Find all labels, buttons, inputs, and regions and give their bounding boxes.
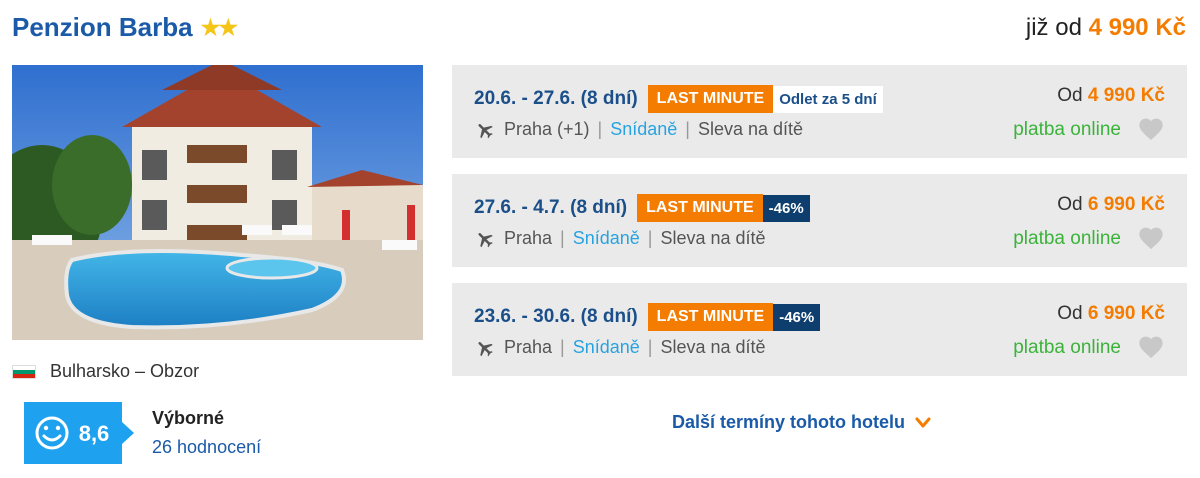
offer-price-amount: 6 990 Kč (1087, 194, 1165, 215)
separator: | (685, 119, 690, 139)
more-dates-label: Další termíny tohoto hotelu (672, 412, 906, 432)
offer-price: Od 6 990 Kč (1057, 194, 1165, 216)
offer-price: Od 4 990 Kč (1057, 85, 1165, 107)
offer-price-prefix: Od (1057, 85, 1083, 106)
separator: | (597, 119, 603, 139)
offer-price-prefix: Od (1057, 194, 1083, 215)
heart-icon[interactable] (1137, 333, 1165, 359)
rating-badge[interactable]: 8,6 (24, 402, 134, 464)
separator: | (647, 228, 653, 248)
online-payment-label: platba online (1013, 337, 1121, 358)
discount-badge: -46% (773, 303, 821, 331)
plane-icon (478, 232, 493, 247)
offer-details: Praha | Snídaně | Sleva na dítě (474, 228, 766, 249)
chevron-down-icon (915, 417, 931, 427)
last-minute-badge: LAST MINUTE (647, 85, 774, 113)
reviews-count-link[interactable]: 26 hodnocení (152, 437, 261, 458)
online-payment-label: platba online (1013, 119, 1121, 140)
rating-label: Výborné (152, 408, 225, 428)
discount-badge: -46% (762, 194, 810, 222)
offer-price: Od 6 990 Kč (1057, 303, 1165, 325)
offer-price-amount: 6 990 Kč (1087, 303, 1165, 324)
location-text: Bulharsko – Obzor (50, 361, 200, 381)
offer-dates: 27.6. - 4.7. (8 dní) (474, 197, 628, 218)
separator: | (647, 337, 653, 357)
offer-details: Praha | Snídaně | Sleva na dítě (474, 337, 766, 358)
price-prefix: již od (1025, 14, 1082, 41)
separator: | (560, 228, 565, 248)
offer-dates: 20.6. - 27.6. (8 dní) (474, 88, 638, 109)
offer-board-link[interactable]: Snídaně (573, 228, 640, 249)
hotel-price-from: již od 4 990 Kč (1026, 14, 1186, 42)
offer-price-prefix: Od (1057, 303, 1083, 324)
offer-extra: Sleva na dítě (660, 337, 766, 357)
hotel-name-link[interactable]: Penzion Barba ★★ (12, 12, 238, 43)
separator: | (560, 337, 565, 357)
heart-icon[interactable] (1137, 224, 1165, 250)
offer-origin: Praha (504, 228, 553, 248)
offer-dates-row: 20.6. - 27.6. (8 dní) LAST MINUTE Odlet … (474, 85, 883, 113)
rating-summary: Výborné 26 hodnocení (152, 408, 261, 458)
bulgaria-flag-icon (12, 364, 36, 379)
offer-card[interactable]: 20.6. - 27.6. (8 dní) LAST MINUTE Odlet … (452, 65, 1187, 158)
offer-origin: Praha (504, 337, 553, 357)
online-payment-label: platba online (1013, 228, 1121, 249)
plane-icon (478, 123, 493, 138)
offer-dates: 23.6. - 30.6. (8 dní) (474, 306, 638, 327)
offer-card[interactable]: 27.6. - 4.7. (8 dní) LAST MINUTE -46% Pr… (452, 174, 1187, 267)
hotel-name[interactable]: Penzion Barba (12, 12, 193, 43)
hotel-photo[interactable] (12, 65, 423, 340)
last-minute-badge: LAST MINUTE (637, 194, 763, 222)
hotel-stars: ★★ (200, 14, 238, 40)
heart-icon[interactable] (1137, 115, 1165, 141)
price-amount: 4 990 Kč (1088, 14, 1186, 41)
rating-score: 8,6 (79, 421, 110, 446)
offer-card[interactable]: 23.6. - 30.6. (8 dní) LAST MINUTE -46% P… (452, 283, 1187, 376)
offer-extra: Sleva na dítě (697, 119, 804, 139)
offer-board-link[interactable]: Snídaně (610, 119, 677, 140)
last-minute-badge: LAST MINUTE (647, 303, 774, 331)
offer-origin: Praha (+1) (504, 119, 590, 139)
hotel-location: Bulharsko – Obzor (12, 361, 199, 382)
departure-badge: Odlet za 5 dní (773, 85, 883, 113)
offer-price-amount: 4 990 Kč (1087, 85, 1165, 106)
offer-board-link[interactable]: Snídaně (573, 337, 640, 358)
offer-extra: Sleva na dítě (660, 228, 766, 248)
more-dates-link[interactable]: Další termíny tohoto hotelu (672, 412, 931, 433)
offer-dates-row: 23.6. - 30.6. (8 dní) LAST MINUTE -46% (474, 303, 821, 331)
offer-dates-row: 27.6. - 4.7. (8 dní) LAST MINUTE -46% (474, 194, 810, 222)
plane-icon (478, 341, 493, 356)
offer-details: Praha (+1) | Snídaně | Sleva na dítě (474, 119, 803, 140)
